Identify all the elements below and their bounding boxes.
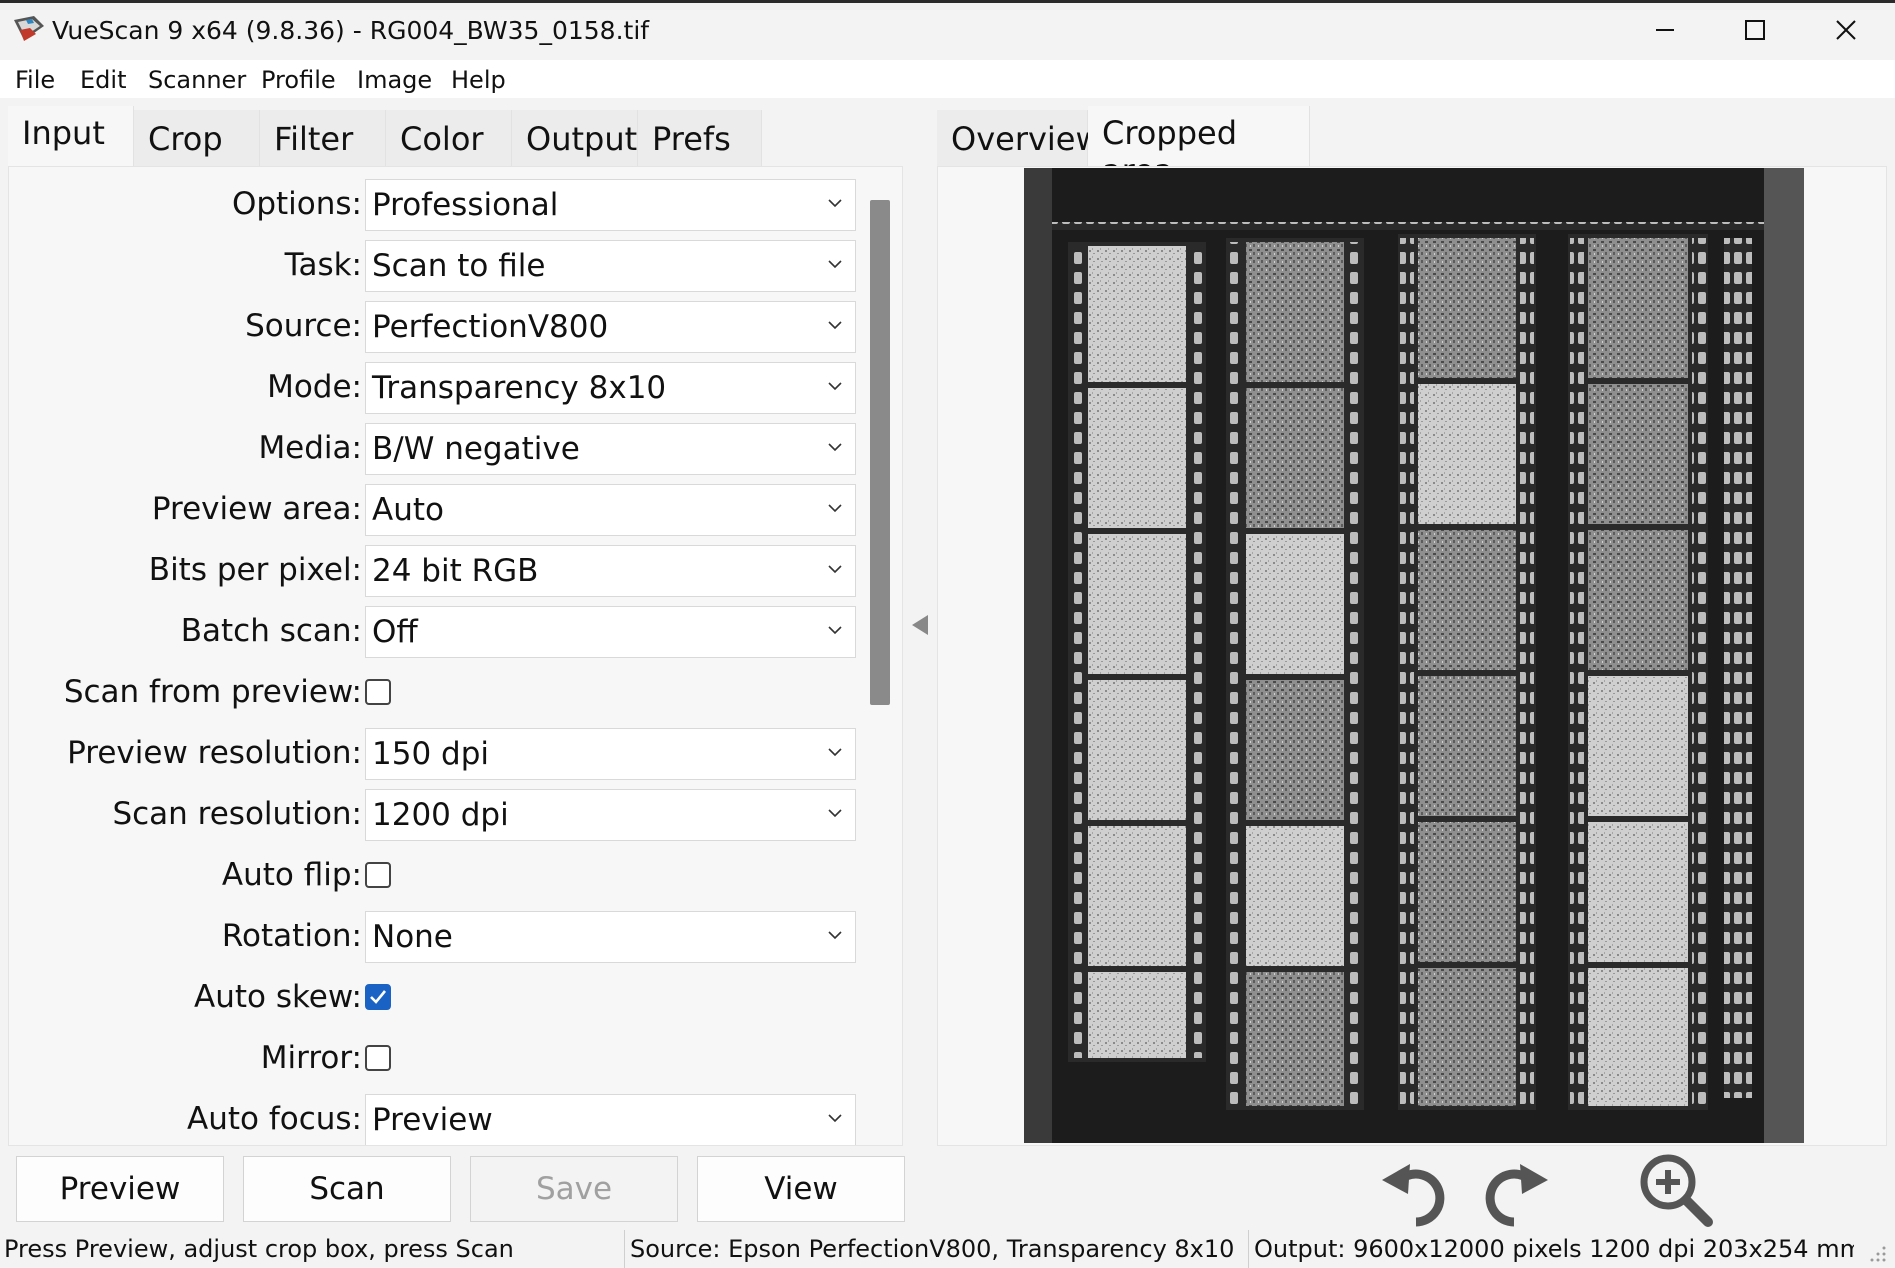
task-select[interactable]: Scan to file [365,240,856,292]
chevron-down-icon [828,443,842,452]
mode-value: Transparency 8x10 [372,370,667,406]
status-divider [624,1230,625,1268]
chevron-down-icon [828,321,842,330]
mode-label: Mode: [267,369,362,405]
options-value: Professional [372,187,559,223]
close-button[interactable] [1800,0,1892,60]
menu-bar: File Edit Scanner Profile Image Help [0,60,1895,98]
save-button[interactable]: Save [470,1156,678,1222]
mode-select[interactable]: Transparency 8x10 [365,362,856,414]
film-scan-preview-image[interactable] [1024,168,1804,1143]
menu-help[interactable]: Help [451,66,506,94]
tab-overview[interactable]: Overview [937,110,1102,166]
minimize-icon [1656,29,1674,31]
media-value: B/W negative [372,431,580,467]
scan-resolution-value: 1200 dpi [372,797,509,833]
tab-filter[interactable]: Filter [260,110,386,166]
auto-focus-value: Preview [372,1102,493,1138]
mirror-checkbox[interactable] [365,1045,391,1071]
options-select[interactable]: Professional [365,179,856,231]
auto-focus-label: Auto focus: [187,1101,362,1137]
chevron-down-icon [828,626,842,635]
task-label: Task: [284,247,362,283]
batch-scan-label: Batch scan: [180,613,362,649]
input-settings-panel: Options: Professional Task: Scan to file… [8,166,903,1146]
rotate-left-icon[interactable] [1378,1150,1458,1230]
menu-scanner[interactable]: Scanner [148,66,246,94]
scan-from-preview-checkbox[interactable] [365,679,391,705]
media-select[interactable]: B/W negative [365,423,856,475]
scan-resolution-select[interactable]: 1200 dpi [365,789,856,841]
tab-input[interactable]: Input [8,106,134,166]
rotate-right-icon[interactable] [1472,1150,1552,1230]
status-hint: Press Preview, adjust crop box, press Sc… [4,1235,514,1263]
status-bar: Press Preview, adjust crop box, press Sc… [0,1230,1895,1268]
rotation-value: None [372,919,453,955]
source-select[interactable]: PerfectionV800 [365,301,856,353]
source-value: PerfectionV800 [372,309,609,345]
scan-button[interactable]: Scan [243,1156,451,1222]
maximize-button[interactable] [1709,0,1801,60]
chevron-down-icon [828,382,842,391]
rotation-select[interactable]: None [365,911,856,963]
tab-cropped-area[interactable]: Cropped area [1088,106,1310,190]
chevron-down-icon [828,931,842,940]
auto-skew-label: Auto skew: [193,979,362,1015]
close-icon [1836,20,1856,40]
chevron-down-icon [828,260,842,269]
menu-image[interactable]: Image [357,66,432,94]
tab-color[interactable]: Color [386,110,512,166]
batch-scan-value: Off [372,614,418,650]
menu-profile[interactable]: Profile [261,66,336,94]
media-label: Media: [258,430,362,466]
chevron-down-icon [828,504,842,513]
batch-scan-select[interactable]: Off [365,606,856,658]
chevron-down-icon [828,565,842,574]
rotation-label: Rotation: [221,918,362,954]
menu-edit[interactable]: Edit [80,66,126,94]
tab-crop[interactable]: Crop [134,110,260,166]
preview-area-label: Preview area: [151,491,362,527]
minimize-button[interactable] [1619,0,1711,60]
scan-resolution-label: Scan resolution: [112,796,362,832]
bits-per-pixel-select[interactable]: 24 bit RGB [365,545,856,597]
preview-resolution-select[interactable]: 150 dpi [365,728,856,780]
chevron-down-icon [828,1114,842,1123]
resize-grip-icon[interactable] [1868,1244,1888,1264]
collapse-panel-icon[interactable] [910,612,930,638]
preview-area-value: Auto [372,492,444,528]
preview-area-select[interactable]: Auto [365,484,856,536]
tab-output[interactable]: Output [512,110,638,166]
task-value: Scan to file [372,248,546,284]
menu-file[interactable]: File [15,66,55,94]
mirror-label: Mirror: [260,1040,362,1076]
vuescan-app-icon [14,16,44,41]
zoom-in-icon[interactable] [1636,1150,1716,1230]
bits-per-pixel-label: Bits per pixel: [148,552,362,588]
window-title: VueScan 9 x64 (9.8.36) - RG004_BW35_0158… [52,16,650,45]
settings-scrollbar[interactable] [870,200,890,705]
view-button[interactable]: View [697,1156,905,1222]
preview-resolution-value: 150 dpi [372,736,489,772]
tab-prefs[interactable]: Prefs [638,110,762,166]
chevron-down-icon [828,199,842,208]
auto-skew-checkbox[interactable] [365,984,391,1010]
chevron-down-icon [828,748,842,757]
auto-flip-checkbox[interactable] [365,862,391,888]
bits-per-pixel-value: 24 bit RGB [372,553,539,589]
checkmark-icon [370,990,387,1004]
auto-flip-label: Auto flip: [221,857,362,893]
source-label: Source: [245,308,362,344]
preview-resolution-label: Preview resolution: [67,735,362,771]
status-output: Output: 9600x12000 pixels 1200 dpi 203x2… [1254,1235,1854,1263]
status-divider [1248,1230,1249,1268]
maximize-icon [1745,20,1765,40]
preview-button[interactable]: Preview [16,1156,224,1222]
chevron-down-icon [828,809,842,818]
auto-focus-select[interactable]: Preview [365,1094,856,1145]
scan-from-preview-label: Scan from preview: [63,674,362,710]
status-source: Source: Epson PerfectionV800, Transparen… [630,1235,1235,1263]
options-label: Options: [231,186,362,222]
